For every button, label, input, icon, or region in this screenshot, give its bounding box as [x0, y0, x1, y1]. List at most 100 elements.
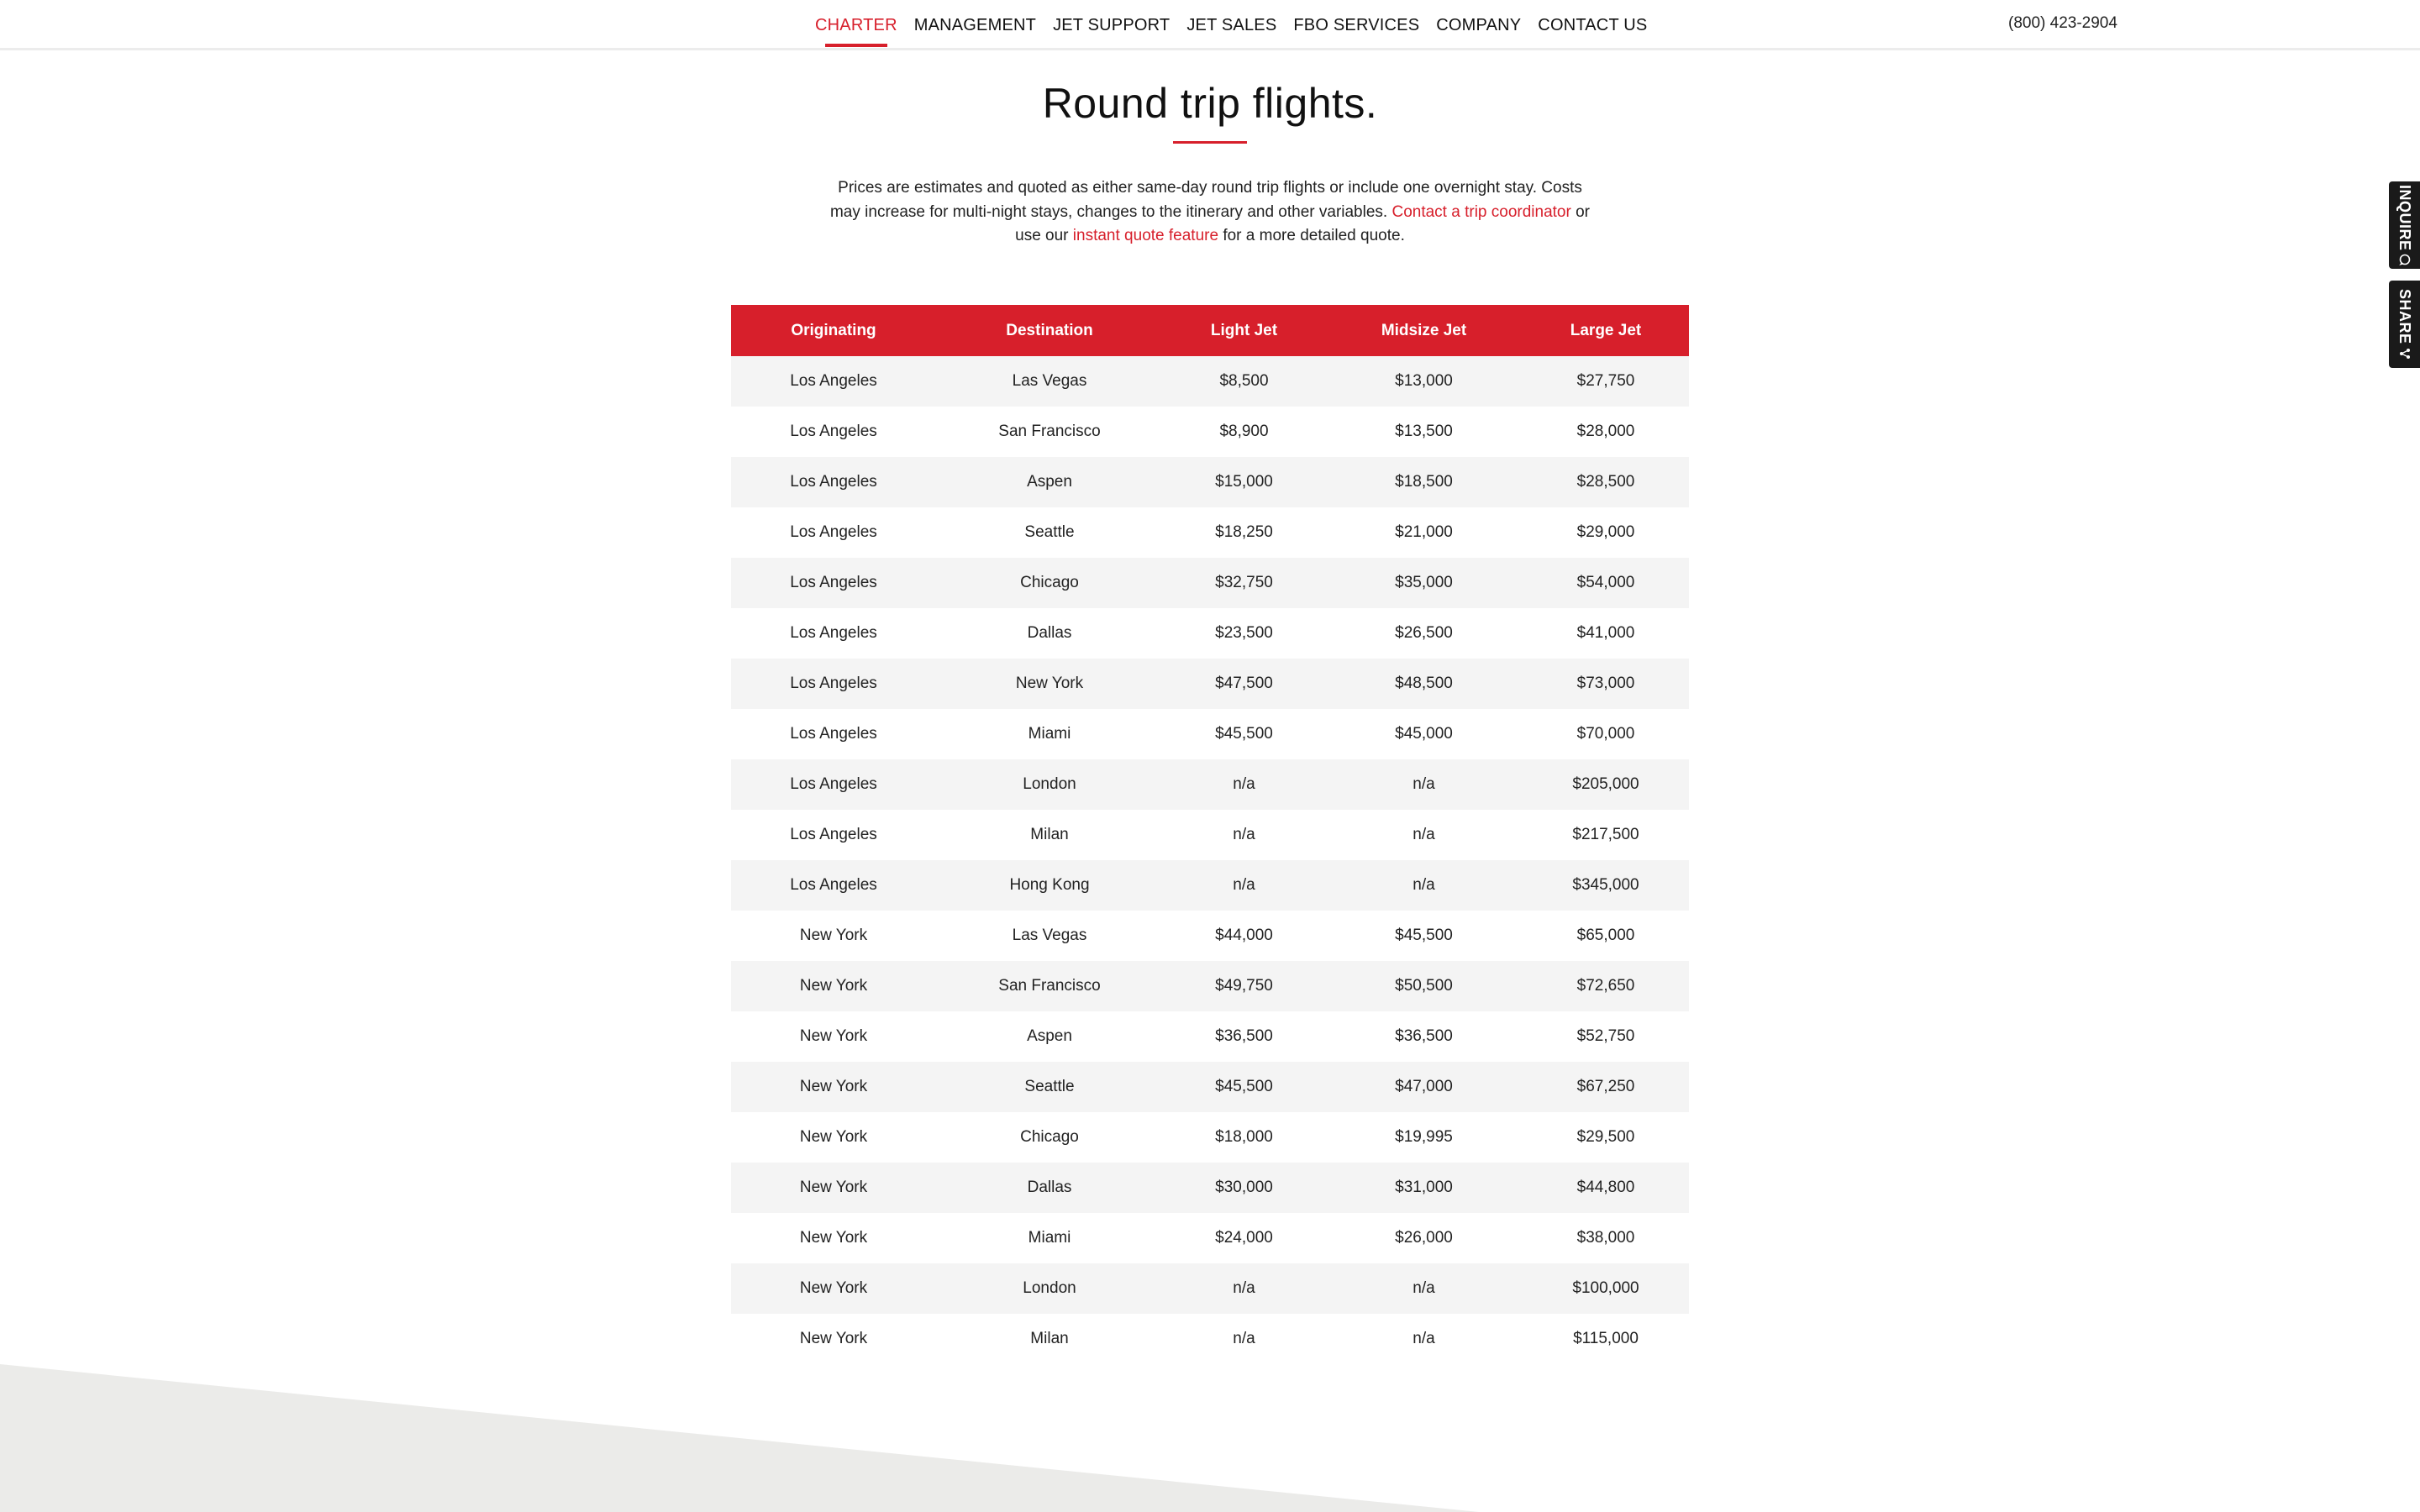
cell-destination: Seattle: [936, 1062, 1163, 1112]
table-header: Originating Destination Light Jet Midsize J…: [731, 305, 1689, 356]
table-row: Los Angeles Chicago $32,750 $35,000 $54,000: [731, 558, 1689, 608]
cell-large-jet: $52,750: [1523, 1011, 1689, 1062]
cell-light-jet: $18,000: [1163, 1112, 1325, 1163]
table-row: Los Angeles Miami $45,500 $45,000 $70,000: [731, 709, 1689, 759]
cell-light-jet: $44,000: [1163, 911, 1325, 961]
top-navigation-bar: CHARTER MANAGEMENT JET SUPPORT JET SALES FBO…: [0, 0, 2420, 50]
table-row: New York Dallas $30,000 $31,000 $44,800: [731, 1163, 1689, 1213]
column-header-destination: Destination: [936, 305, 1163, 356]
table-row: Los Angeles Hong Kong n/a n/a $345,000: [731, 860, 1689, 911]
cell-light-jet: n/a: [1163, 810, 1325, 860]
contact-trip-coordinator-link[interactable]: Contact a trip coordinator: [1392, 203, 1570, 221]
phone-number-link[interactable]: (800) 423-2904: [2008, 0, 2118, 47]
table-row: Los Angeles Aspen $15,000 $18,500 $28,500: [731, 457, 1689, 507]
table-row: New York Chicago $18,000 $19,995 $29,500: [731, 1112, 1689, 1163]
nav-item-fbo-services[interactable]: FBO SERVICES: [1285, 0, 1428, 50]
cell-midsize-jet: $45,000: [1325, 709, 1523, 759]
cell-destination: Miami: [936, 709, 1163, 759]
table-row: Los Angeles Milan n/a n/a $217,500: [731, 810, 1689, 860]
cell-large-jet: $70,000: [1523, 709, 1689, 759]
cell-midsize-jet: $47,000: [1325, 1062, 1523, 1112]
table-row: New York London n/a n/a $100,000: [731, 1263, 1689, 1314]
table-header-row: Originating Destination Light Jet Midsize J…: [731, 305, 1689, 356]
cell-midsize-jet: n/a: [1325, 860, 1523, 911]
nav-item-jet-sales[interactable]: JET SALES: [1178, 0, 1285, 50]
cell-light-jet: $49,750: [1163, 961, 1325, 1011]
instant-quote-link[interactable]: instant quote feature: [1073, 227, 1218, 244]
cell-originating: Los Angeles: [731, 457, 936, 507]
cell-light-jet: n/a: [1163, 860, 1325, 911]
nav-item-jet-support[interactable]: JET SUPPORT: [1044, 0, 1178, 50]
cell-destination: Aspen: [936, 1011, 1163, 1062]
cell-light-jet: $18,250: [1163, 507, 1325, 558]
cell-originating: Los Angeles: [731, 507, 936, 558]
main-nav: CHARTER MANAGEMENT JET SUPPORT JET SALES FBO…: [807, 0, 1655, 50]
cell-destination: Dallas: [936, 608, 1163, 659]
cell-light-jet: $30,000: [1163, 1163, 1325, 1213]
page-title: Round trip flights.: [1042, 80, 1378, 127]
share-side-tab[interactable]: SHARE: [2389, 281, 2420, 368]
cell-destination: Miami: [936, 1213, 1163, 1263]
table-row: New York Miami $24,000 $26,000 $38,000: [731, 1213, 1689, 1263]
cell-large-jet: $65,000: [1523, 911, 1689, 961]
cell-originating: Los Angeles: [731, 558, 936, 608]
cell-midsize-jet: $31,000: [1325, 1163, 1523, 1213]
cell-originating: Los Angeles: [731, 759, 936, 810]
column-header-midsize-jet: Midsize Jet: [1325, 305, 1523, 356]
cell-destination: Milan: [936, 1314, 1163, 1364]
cell-originating: New York: [731, 1062, 936, 1112]
cell-destination: San Francisco: [936, 961, 1163, 1011]
cell-originating: New York: [731, 1314, 936, 1364]
cell-large-jet: $54,000: [1523, 558, 1689, 608]
column-header-light-jet: Light Jet: [1163, 305, 1325, 356]
cell-destination: Aspen: [936, 457, 1163, 507]
cell-large-jet: $27,750: [1523, 356, 1689, 407]
cell-light-jet: n/a: [1163, 1314, 1325, 1364]
cell-originating: New York: [731, 1263, 936, 1314]
cell-midsize-jet: $26,500: [1325, 608, 1523, 659]
cell-light-jet: $24,000: [1163, 1213, 1325, 1263]
cell-destination: New York: [936, 659, 1163, 709]
cell-originating: Los Angeles: [731, 356, 936, 407]
table-row: New York Milan n/a n/a $115,000: [731, 1314, 1689, 1364]
share-tab-label: SHARE: [2396, 289, 2413, 344]
cell-midsize-jet: $35,000: [1325, 558, 1523, 608]
column-header-originating: Originating: [731, 305, 936, 356]
table-row: New York Seattle $45,500 $47,000 $67,250: [731, 1062, 1689, 1112]
cell-large-jet: $100,000: [1523, 1263, 1689, 1314]
cell-midsize-jet: $26,000: [1325, 1213, 1523, 1263]
nav-item-company[interactable]: COMPANY: [1428, 0, 1529, 50]
nav-item-contact-us[interactable]: CONTACT US: [1529, 0, 1655, 50]
cell-light-jet: $36,500: [1163, 1011, 1325, 1062]
chat-bubble-icon: [2398, 254, 2410, 266]
round-trip-price-table: Originating Destination Light Jet Midsize J…: [731, 305, 1689, 1364]
bottom-decorative-band: [0, 1364, 1479, 1512]
cell-destination: Las Vegas: [936, 356, 1163, 407]
table-row: Los Angeles Dallas $23,500 $26,500 $41,000: [731, 608, 1689, 659]
cell-light-jet: $8,500: [1163, 356, 1325, 407]
cell-originating: New York: [731, 1011, 936, 1062]
share-icon: [2399, 348, 2410, 359]
cell-midsize-jet: $45,500: [1325, 911, 1523, 961]
cell-large-jet: $44,800: [1523, 1163, 1689, 1213]
cell-large-jet: $345,000: [1523, 860, 1689, 911]
cell-destination: Hong Kong: [936, 860, 1163, 911]
cell-destination: San Francisco: [936, 407, 1163, 457]
cell-originating: New York: [731, 911, 936, 961]
cell-destination: Chicago: [936, 1112, 1163, 1163]
nav-item-management[interactable]: MANAGEMENT: [906, 0, 1044, 50]
cell-midsize-jet: $13,500: [1325, 407, 1523, 457]
nav-item-charter[interactable]: CHARTER: [807, 0, 906, 50]
table-row: Los Angeles London n/a n/a $205,000: [731, 759, 1689, 810]
title-underline: [1173, 141, 1247, 144]
cell-destination: Las Vegas: [936, 911, 1163, 961]
inquire-side-tab[interactable]: INQUIRE: [2389, 181, 2420, 269]
cell-midsize-jet: $21,000: [1325, 507, 1523, 558]
cell-large-jet: $205,000: [1523, 759, 1689, 810]
cell-originating: Los Angeles: [731, 407, 936, 457]
cell-midsize-jet: n/a: [1325, 810, 1523, 860]
cell-destination: London: [936, 759, 1163, 810]
cell-midsize-jet: n/a: [1325, 1314, 1523, 1364]
cell-large-jet: $28,500: [1523, 457, 1689, 507]
cell-light-jet: n/a: [1163, 759, 1325, 810]
